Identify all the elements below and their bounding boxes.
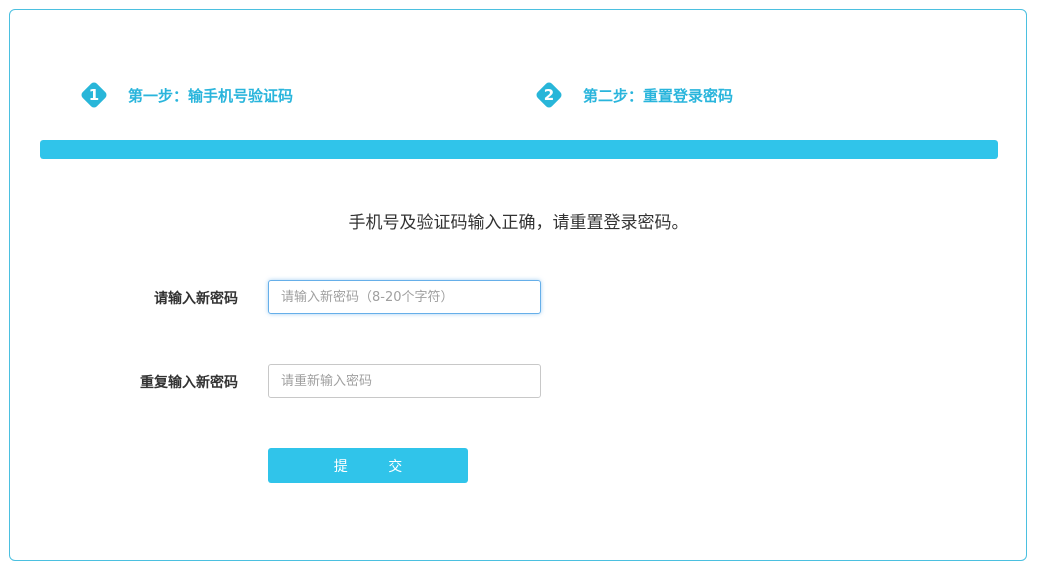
- step-2-label: 第二步：重置登录密码: [583, 86, 734, 105]
- step-1-label: 第一步：输手机号验证码: [128, 86, 294, 105]
- step-1-badge: 1: [79, 80, 109, 110]
- step-2-badge: 2: [534, 80, 564, 110]
- repeat-password-field[interactable]: [268, 364, 541, 398]
- status-message: 手机号及验证码输入正确，请重置登录密码。: [348, 213, 689, 233]
- new-password-label: 请输入新密码: [154, 291, 238, 307]
- repeat-password-label: 重复输入新密码: [140, 375, 238, 391]
- step-2: 2 第二步：重置登录密码: [534, 80, 734, 110]
- new-password-field[interactable]: [268, 280, 541, 314]
- step-1: 1 第一步：输手机号验证码: [79, 80, 294, 110]
- step-2-number: 2: [543, 86, 555, 104]
- progress-bar: [40, 140, 998, 159]
- submit-button[interactable]: 提 交: [268, 448, 468, 483]
- progress-bar-fill: [40, 140, 998, 159]
- step-1-number: 1: [88, 86, 100, 104]
